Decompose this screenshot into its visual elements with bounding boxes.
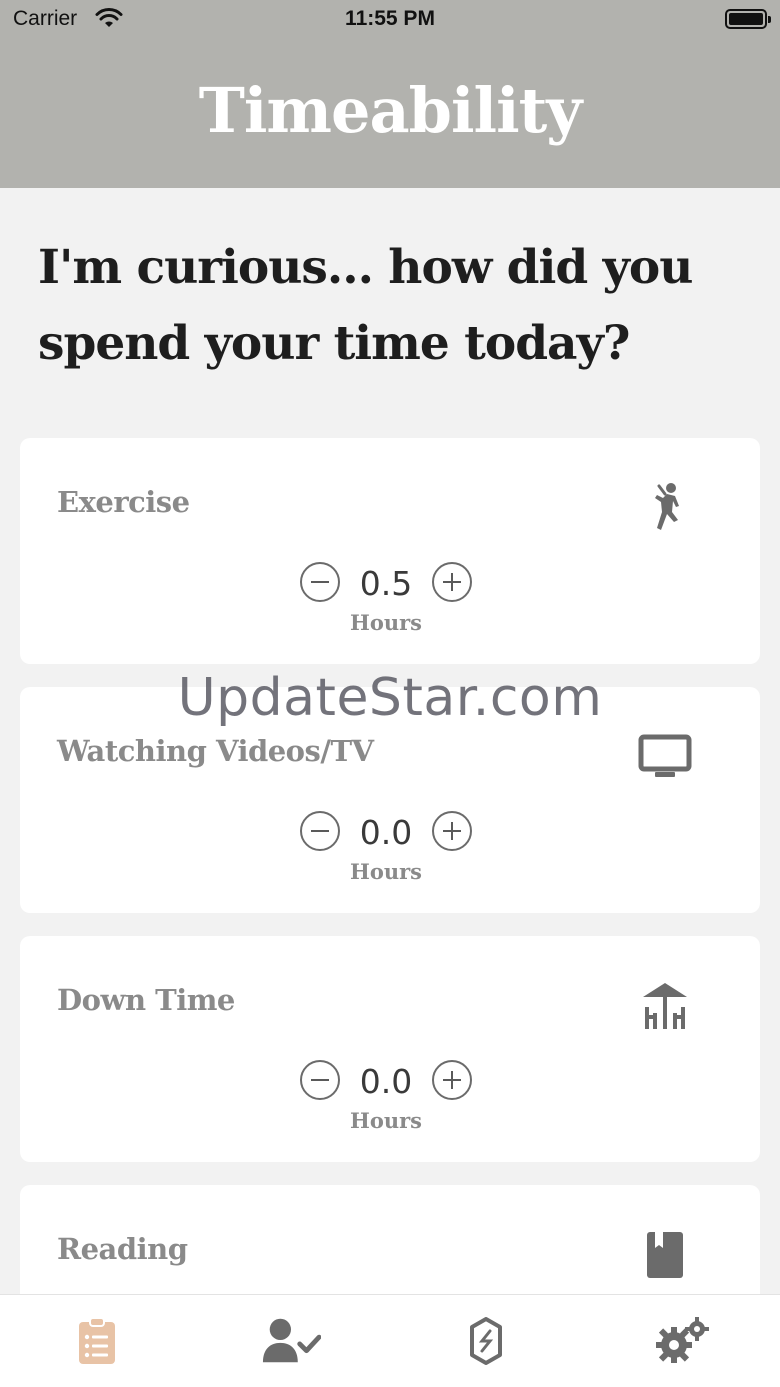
user-check-icon xyxy=(262,1318,321,1363)
prompt-line-1: I'm curious... how did you xyxy=(38,240,693,295)
activity-title: Exercise xyxy=(57,485,190,519)
activity-card-down-time: Down Time 0.0 Hours xyxy=(20,936,760,1162)
hours-value: 0.0 xyxy=(359,813,413,852)
decrement-button[interactable] xyxy=(300,811,340,851)
watching-videos-stepper: 0.0 xyxy=(300,811,472,852)
hourglass-icon xyxy=(470,1317,502,1365)
increment-button[interactable] xyxy=(432,1060,472,1100)
activity-card-exercise: Exercise 0.5 Hours xyxy=(20,438,760,664)
exercise-icon xyxy=(635,478,695,538)
tab-tracker[interactable] xyxy=(456,1313,516,1369)
prompt-heading: I'm curious... how did you spend your ti… xyxy=(38,230,738,382)
gears-icon xyxy=(656,1317,709,1363)
clipboard-list-icon xyxy=(79,1317,115,1364)
activity-title: Reading xyxy=(57,1232,188,1266)
hours-unit-label: Hours xyxy=(349,610,422,635)
down-time-stepper: 0.0 xyxy=(300,1060,472,1101)
tab-profile[interactable] xyxy=(261,1313,321,1369)
watermark-text: UpdateStar.com xyxy=(177,668,603,728)
battery-icon xyxy=(725,9,771,29)
hours-value: 0.0 xyxy=(359,1062,413,1101)
app-header: Timeability xyxy=(0,40,780,188)
increment-button[interactable] xyxy=(432,562,472,602)
status-time: 11:55 PM xyxy=(345,7,435,30)
tab-log[interactable] xyxy=(67,1313,127,1369)
book-icon xyxy=(635,1225,695,1285)
tv-icon xyxy=(635,727,695,787)
increment-button[interactable] xyxy=(432,811,472,851)
exercise-stepper: 0.5 xyxy=(300,562,472,603)
decrement-button[interactable] xyxy=(300,1060,340,1100)
app-title: Timeability xyxy=(198,73,583,147)
hours-value: 0.5 xyxy=(359,564,413,603)
hours-unit-label: Hours xyxy=(349,1108,422,1133)
hours-unit-label: Hours xyxy=(349,859,422,884)
tab-settings[interactable] xyxy=(652,1313,712,1369)
status-bar: Carrier 11:55 PM xyxy=(0,0,780,40)
activity-title: Watching Videos/TV xyxy=(57,734,374,768)
prompt-line-2: spend your time today? xyxy=(38,316,630,371)
decrement-button[interactable] xyxy=(300,562,340,602)
tab-bar xyxy=(0,1294,780,1387)
downtime-icon xyxy=(635,976,695,1036)
activity-title: Down Time xyxy=(57,983,235,1017)
